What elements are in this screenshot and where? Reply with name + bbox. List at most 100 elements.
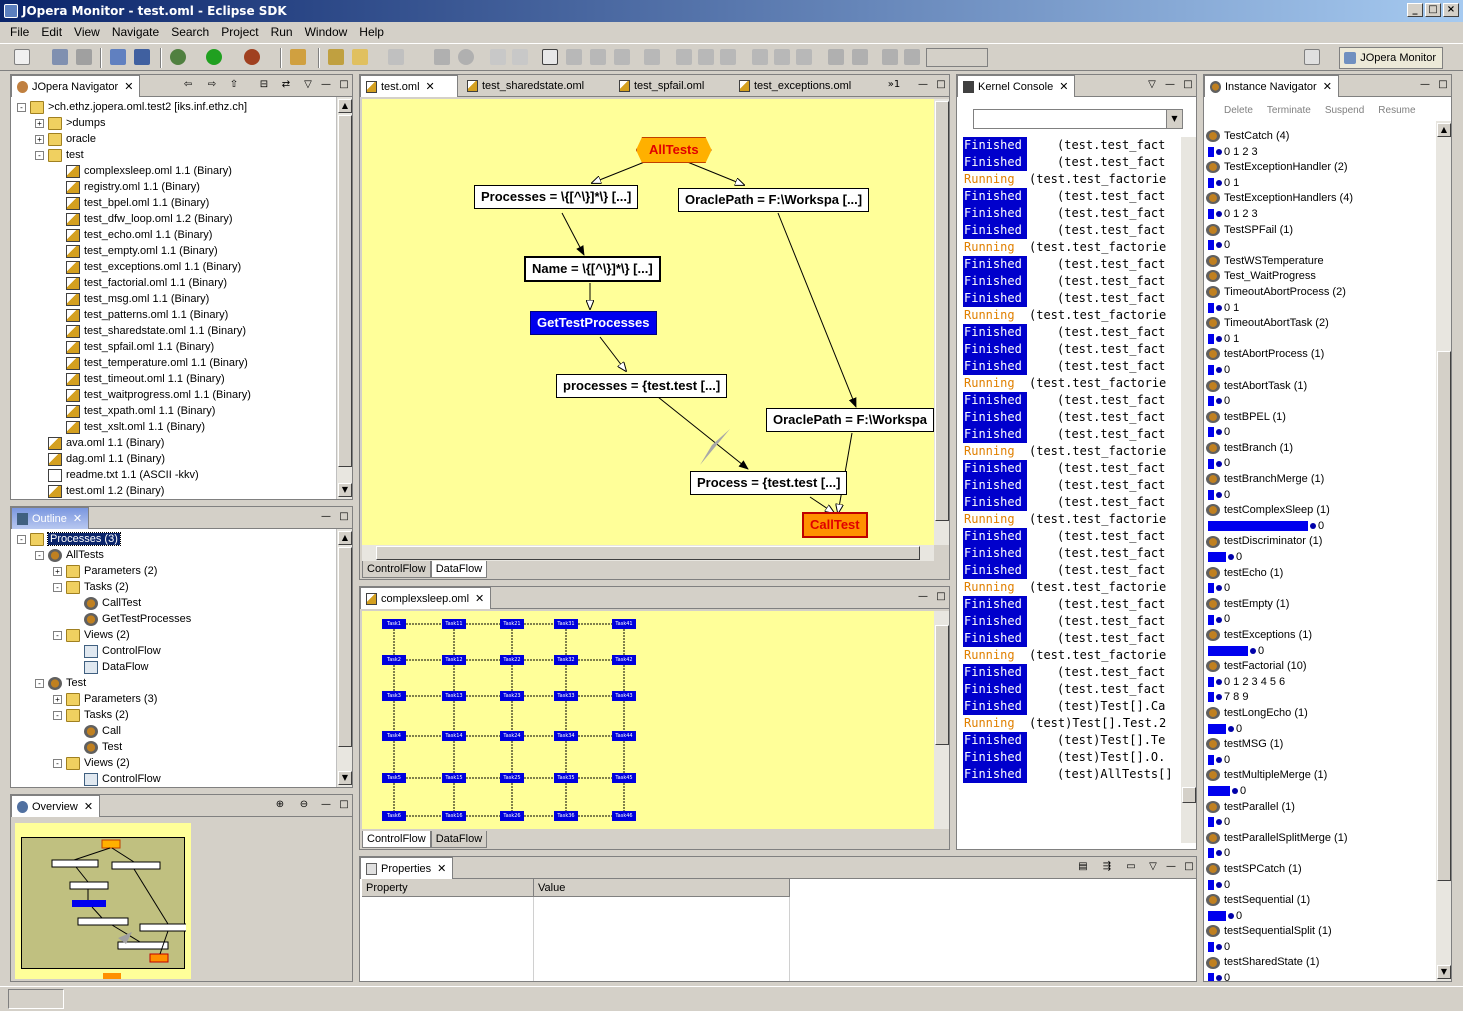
instance-bars[interactable]: 0 [1206, 456, 1434, 472]
undo-icon[interactable] [490, 49, 506, 65]
open-resource-icon[interactable] [134, 49, 150, 65]
tree-item[interactable]: test_dfw_loop.oml 1.2 (Binary) [13, 211, 336, 227]
link-editor-icon[interactable]: ⇄ [279, 79, 293, 90]
search-icon[interactable] [290, 49, 306, 65]
tab-dataflow[interactable]: DataFlow [430, 831, 488, 848]
menu-window[interactable]: Window [299, 25, 354, 39]
align-right-icon[interactable] [720, 49, 736, 65]
task-node[interactable]: Task21 [500, 619, 524, 629]
process-instance-group[interactable]: testSequential (1) [1206, 893, 1434, 909]
task-node[interactable]: Task45 [612, 773, 636, 783]
tree-item[interactable]: Test [13, 739, 336, 755]
menu-file[interactable]: File [4, 25, 35, 39]
task-node[interactable]: Task26 [500, 811, 524, 821]
tree-item[interactable]: Call [13, 723, 336, 739]
instance-bars[interactable]: 0 [1206, 722, 1434, 738]
maximize-view-icon[interactable]: □ [1182, 861, 1196, 872]
process-instance-group[interactable]: testAbortProcess (1) [1206, 347, 1434, 363]
up-icon[interactable]: ⇧ [227, 79, 241, 90]
collapse-all-icon[interactable]: ⊟ [257, 79, 271, 90]
align-center-icon[interactable] [698, 49, 714, 65]
run-icon[interactable] [206, 49, 222, 65]
task-node[interactable]: Task43 [612, 691, 636, 701]
task-node[interactable]: Task13 [442, 691, 466, 701]
tab-controlflow[interactable]: ControlFlow [362, 831, 431, 848]
tree-item[interactable]: - Views (2) [13, 755, 336, 771]
tree-item[interactable]: - test [13, 147, 336, 163]
connection-icon[interactable] [590, 49, 606, 65]
new-icon[interactable] [14, 49, 30, 65]
task-node[interactable]: Task31 [554, 619, 578, 629]
instance-bars[interactable]: 0 [1206, 784, 1434, 800]
process-instance-group[interactable]: TestSPFail (1) [1206, 223, 1434, 239]
complexsleep-canvas[interactable]: Task1 Task11 Task21 Task31 Task41 Task2 Task12… [362, 611, 934, 829]
filter-icon[interactable]: ⇶ [1100, 861, 1114, 872]
view-menu-icon[interactable]: ▽ [1145, 79, 1159, 90]
tree-item[interactable]: + Parameters (3) [13, 691, 336, 707]
task-node[interactable]: Task12 [442, 655, 466, 665]
tree-item[interactable]: DataFlow [13, 659, 336, 675]
overview-viewport[interactable] [21, 837, 186, 969]
minimize-view-icon[interactable]: — [319, 79, 333, 90]
instance-bars[interactable]: 0 1 [1206, 301, 1434, 317]
zoom-in-icon[interactable]: ⊕ [273, 799, 287, 810]
process-instance-group[interactable]: testDiscriminator (1) [1206, 534, 1434, 550]
print-icon[interactable] [76, 49, 92, 65]
delete-button[interactable]: Delete [1224, 103, 1253, 119]
outline-scrollbar[interactable]: ▲ ▼ [336, 529, 352, 787]
minimize-view-icon[interactable]: — [1418, 79, 1432, 90]
process-instance-group[interactable]: testEcho (1) [1206, 566, 1434, 582]
close-icon[interactable]: ✕ [1059, 81, 1068, 93]
task-node[interactable]: Task33 [554, 691, 578, 701]
terminate-button[interactable]: Terminate [1267, 103, 1311, 119]
tree-item[interactable]: test_empty.oml 1.1 (Binary) [13, 243, 336, 259]
instance-bars[interactable]: 0 [1206, 940, 1434, 956]
minimize-view-icon[interactable]: — [1164, 861, 1178, 872]
collapse-icon[interactable]: - [17, 534, 26, 544]
instance-bars[interactable]: 0 [1206, 238, 1434, 254]
minimize-view-icon[interactable]: — [319, 799, 333, 810]
tree-item[interactable]: + Parameters (2) [13, 563, 336, 579]
forward-icon[interactable] [388, 49, 404, 65]
tree-item[interactable]: test_temperature.oml 1.1 (Binary) [13, 355, 336, 371]
maximize-view-icon[interactable]: □ [337, 79, 351, 90]
zoom-in-icon[interactable] [882, 49, 898, 65]
close-icon[interactable]: ✕ [124, 81, 133, 93]
marquee-icon[interactable] [566, 49, 582, 65]
tab-dataflow[interactable]: DataFlow [430, 561, 488, 578]
expand-icon[interactable]: + [53, 566, 62, 576]
save-icon[interactable] [52, 49, 68, 65]
zoom-out-icon[interactable] [904, 49, 920, 65]
column-property[interactable]: Property [362, 879, 534, 897]
minimize-view-icon[interactable]: — [319, 511, 333, 522]
task-node[interactable]: Task22 [500, 655, 524, 665]
instance-scrollbar[interactable]: ▲ ▼ [1436, 121, 1451, 981]
node-processes-output[interactable]: processes = {test.test [...] [556, 374, 728, 398]
process-instance-group[interactable]: TestExceptionHandler (2) [1206, 160, 1434, 176]
align-left-icon[interactable] [676, 49, 692, 65]
instance-bars[interactable]: 0 1 2 3 4 5 6 [1206, 675, 1434, 691]
task-node[interactable]: Task35 [554, 773, 578, 783]
tree-item[interactable]: - Tasks (2) [13, 707, 336, 723]
task-node[interactable]: Task3 [382, 691, 406, 701]
console-scrollbar[interactable] [1181, 137, 1196, 843]
zoom-out-icon[interactable]: ⊖ [297, 799, 311, 810]
instance-bars[interactable]: 0 [1206, 644, 1434, 660]
maximize-editor-icon[interactable]: □ [934, 79, 948, 90]
process-instance-group[interactable]: TimeoutAbortProcess (2) [1206, 285, 1434, 301]
close-icon[interactable]: ✕ [426, 81, 435, 93]
view-menu-icon[interactable]: ▽ [1146, 861, 1160, 872]
close-icon[interactable]: ✕ [73, 513, 82, 525]
match-width-icon[interactable] [828, 49, 844, 65]
collapse-icon[interactable]: - [35, 150, 44, 160]
menu-run[interactable]: Run [265, 25, 299, 39]
overview-thumbnail[interactable] [15, 823, 191, 979]
tab-kernel-console[interactable]: Kernel Console ✕ [957, 75, 1076, 97]
align-top-icon[interactable] [752, 49, 768, 65]
view-menu-icon[interactable]: ▽ [301, 79, 315, 90]
process-instance-group[interactable]: testComplexSleep (1) [1206, 503, 1434, 519]
close-icon[interactable]: ✕ [437, 863, 446, 875]
process-instance-group[interactable]: testBPEL (1) [1206, 410, 1434, 426]
task-node[interactable]: Task11 [442, 619, 466, 629]
tree-item[interactable]: GetTestProcesses [13, 611, 336, 627]
